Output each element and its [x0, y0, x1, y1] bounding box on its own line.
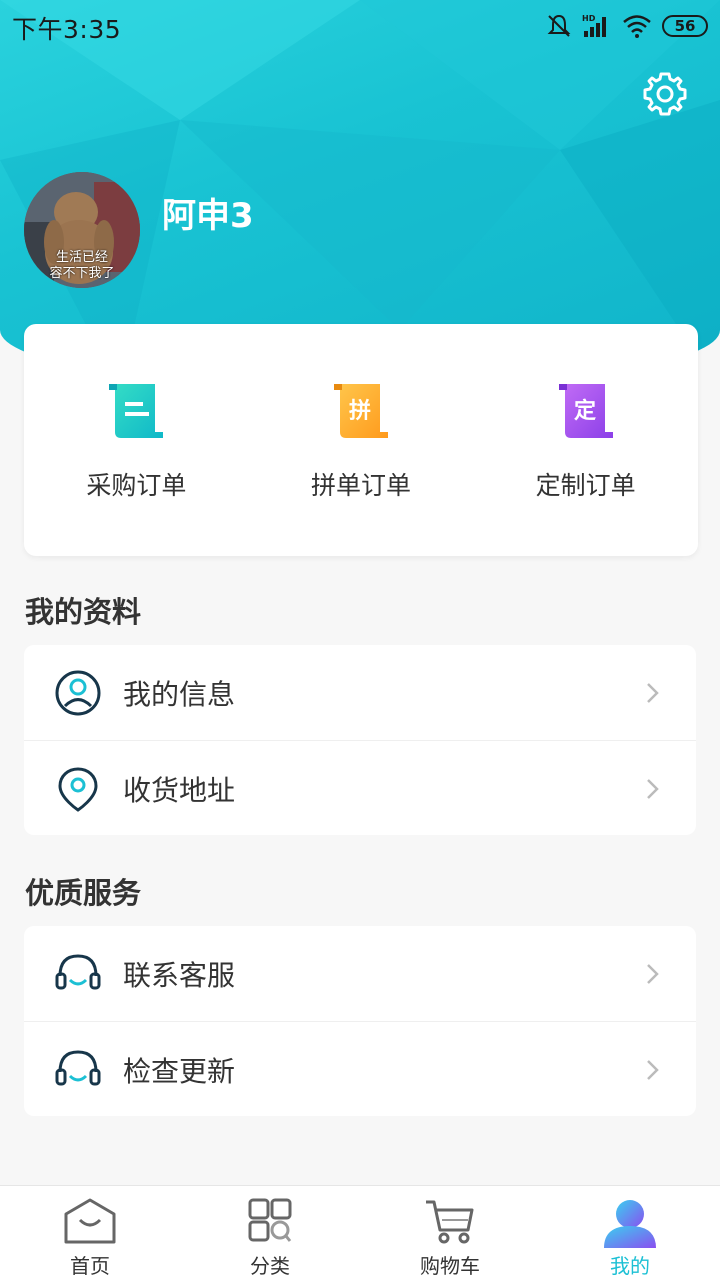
list-item-label: 收货地址 [123, 774, 236, 807]
group-order-icon: 拼 [334, 384, 388, 438]
list-item-check-update[interactable]: 检查更新 [24, 1021, 696, 1116]
wifi-icon [623, 15, 651, 38]
avatar-caption: 生活已经 容不下我了 [24, 250, 140, 282]
list-item-label: 检查更新 [123, 1055, 236, 1088]
settings-gear-icon[interactable] [641, 70, 689, 118]
username[interactable]: 阿申3 [162, 188, 254, 237]
profile-icon [604, 1200, 656, 1248]
chevron-right-icon [647, 964, 659, 984]
group-order-glyph: 拼 [349, 398, 371, 424]
network-label: HD [582, 14, 596, 23]
list-item-address[interactable]: 收货地址 [24, 740, 696, 835]
battery-level: 56 [674, 17, 696, 35]
profile-page: 下午3:35 HD 56 生活已经 容不下我了 阿申3 采购订单 拼 拼单订单 … [0, 0, 720, 1280]
battery-indicator: 56 [662, 15, 708, 37]
list-item-label: 联系客服 [123, 959, 236, 992]
chevron-right-icon [647, 1060, 659, 1080]
service-list: 联系客服 检查更新 [24, 926, 696, 1116]
orders-card: 采购订单 拼 拼单订单 定 定制订单 [24, 324, 698, 556]
headset-icon [55, 954, 101, 990]
nav-label-cart: 购物车 [420, 1254, 480, 1278]
nav-label-profile: 我的 [610, 1254, 650, 1278]
list-item-contact-support[interactable]: 联系客服 [24, 926, 696, 1021]
section-title-profile: 我的资料 [25, 595, 142, 629]
location-pin-icon [58, 767, 98, 812]
order-label-group: 拼单订单 [311, 471, 412, 500]
nav-item-cart[interactable]: 购物车 [360, 1186, 540, 1280]
bottom-nav: 首页 分类 购物车 我的 [0, 1185, 720, 1280]
order-label-purchase: 采购订单 [86, 471, 187, 500]
avatar-caption-line2: 容不下我了 [49, 266, 115, 281]
profile-list: 我的信息 收货地址 [24, 645, 696, 835]
headset-icon [55, 1050, 101, 1086]
purchase-order-icon [109, 384, 164, 438]
order-item-purchase[interactable]: 采购订单 [24, 324, 249, 556]
nav-item-category[interactable]: 分类 [180, 1186, 360, 1280]
chevron-right-icon [647, 683, 659, 703]
nav-label-category: 分类 [250, 1254, 290, 1278]
custom-order-glyph: 定 [574, 398, 596, 424]
category-icon [248, 1198, 292, 1242]
nav-item-home[interactable]: 首页 [0, 1186, 180, 1280]
user-icon [55, 670, 101, 716]
status-time: 下午3:35 [12, 15, 122, 44]
section-title-service: 优质服务 [25, 876, 142, 910]
status-bar: 下午3:35 HD 56 [0, 0, 720, 52]
list-item-my-info[interactable]: 我的信息 [24, 645, 696, 740]
avatar-caption-line1: 生活已经 [55, 250, 108, 265]
chevron-right-icon [647, 779, 659, 799]
list-item-label: 我的信息 [123, 678, 236, 711]
order-item-group[interactable]: 拼 拼单订单 [249, 324, 474, 556]
custom-order-icon: 定 [558, 384, 613, 438]
order-label-custom: 定制订单 [535, 471, 636, 500]
home-icon [64, 1198, 116, 1244]
nav-item-profile[interactable]: 我的 [540, 1186, 720, 1280]
mute-bell-icon [547, 14, 571, 37]
status-icons: HD 56 [546, 12, 708, 40]
signal-icon: HD [582, 14, 606, 37]
avatar[interactable]: 生活已经 容不下我了 [24, 172, 140, 288]
cart-icon [426, 1200, 474, 1244]
order-item-custom[interactable]: 定 定制订单 [473, 324, 698, 556]
nav-label-home: 首页 [70, 1254, 110, 1278]
